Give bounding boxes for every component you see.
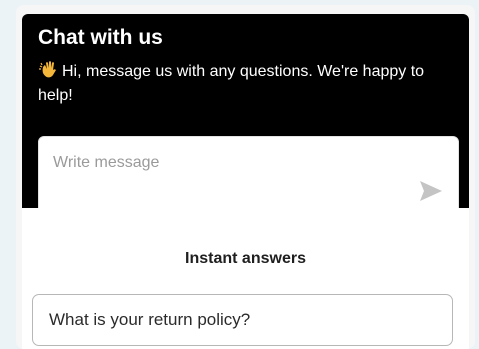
chat-title: Chat with us (38, 26, 163, 49)
instant-answers-panel: Instant answers What is your return poli… (22, 208, 469, 349)
instant-answers-title: Instant answers (185, 250, 306, 267)
instant-answer-label: What is your return policy? (49, 310, 251, 329)
send-arrow-icon[interactable] (418, 179, 444, 203)
message-composer (38, 136, 459, 216)
chat-subtitle: Hi, message us with any questions. We're… (38, 63, 425, 104)
message-input[interactable] (53, 151, 393, 175)
chat-subtitle-block: Hi, message us with any questions. We're… (38, 60, 453, 108)
chat-header: Chat with us Hi, message us with any que… (22, 14, 469, 216)
instant-answer-button[interactable]: What is your return policy? (32, 294, 453, 346)
waving-hand-icon (39, 61, 56, 78)
chat-widget: Chat with us Hi, message us with any que… (16, 5, 475, 349)
